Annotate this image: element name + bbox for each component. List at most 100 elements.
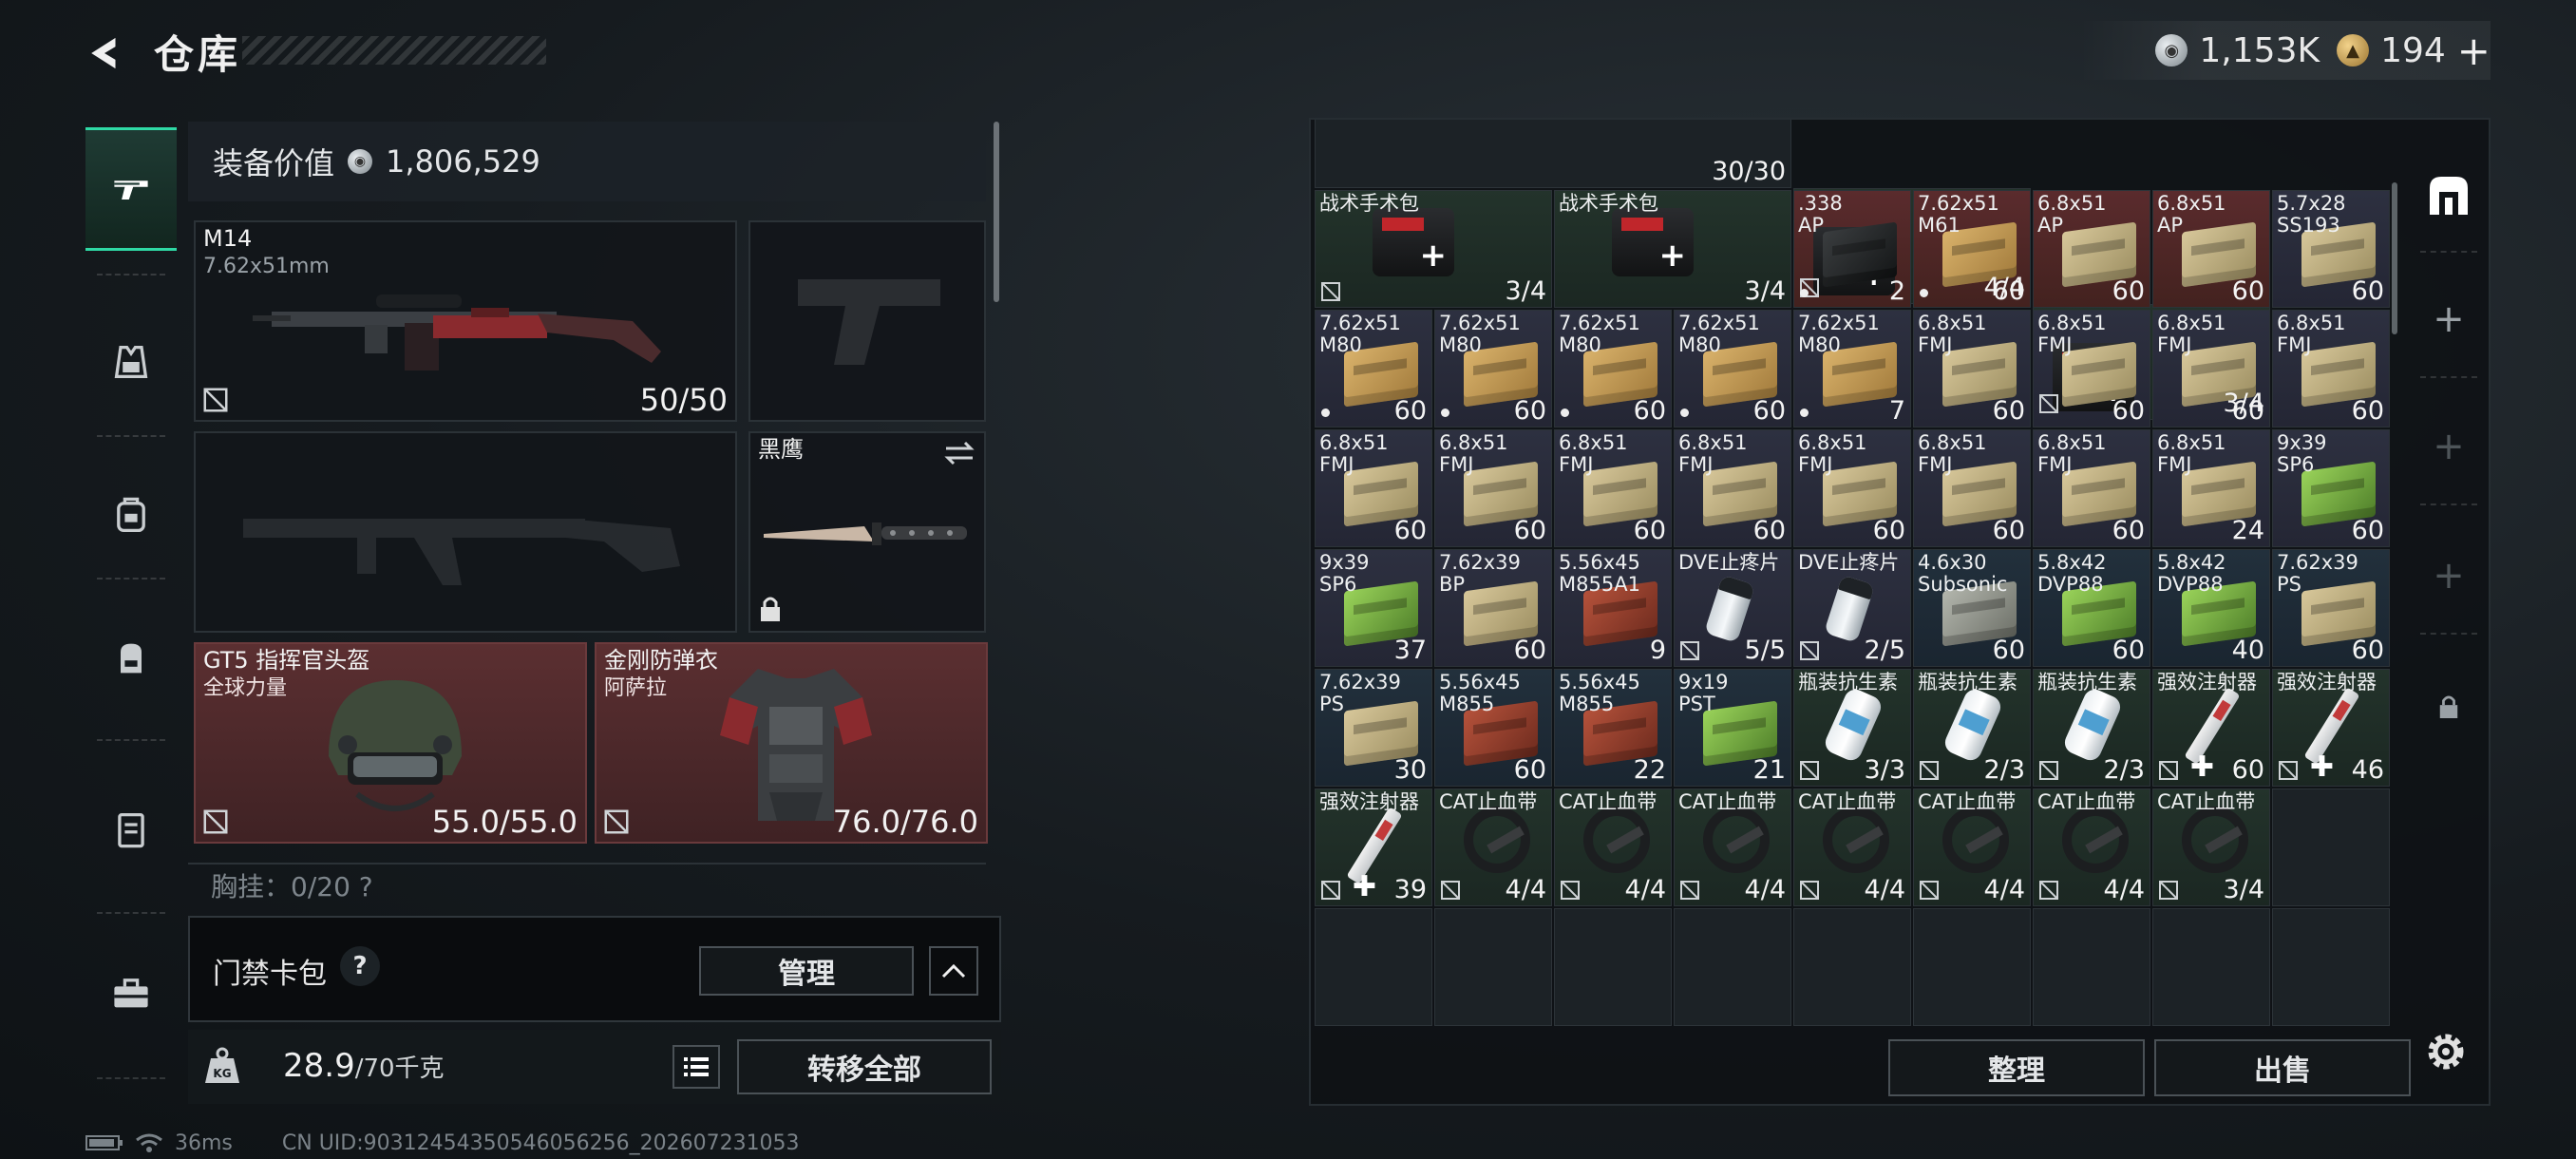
stash-item[interactable]: 6.8x51 FMJ 60 [2152,310,2270,428]
stash-item[interactable]: 5.56x45 M855 60 [1434,669,1552,787]
item-name: 6.8x51 AP [2037,192,2107,238]
stash-item[interactable]: 6.8x51 FMJ 60 [1793,429,1911,547]
rail-item-backpack[interactable] [85,597,177,720]
stash-empty-cell[interactable] [2033,908,2150,1026]
stash-item[interactable]: 9x19 PST 21 [1674,669,1791,787]
stash-item[interactable]: CAT止血带 4/4 [1434,788,1552,906]
stash-item[interactable]: CAT止血带 4/4 [1913,788,2031,906]
stash-item[interactable]: 6.8x51 FMJ 24 [2152,429,2270,547]
stash-item[interactable]: 瓶装抗生素 2/3 [1913,669,2031,787]
stash-item[interactable]: 6.8x51 FMJ 60 [1674,429,1791,547]
stash-item[interactable]: 9x39 SP6 37 [1315,549,1432,667]
stash-item[interactable]: 7.62x51 M80 60 [1674,310,1791,428]
stash-item[interactable]: 5.8x42 DVP88 40 [2152,549,2270,667]
stash-empty-cell[interactable] [2272,788,2390,906]
collapse-button[interactable] [929,946,978,996]
silver-coin-icon: ◉ [348,149,373,174]
stash-item[interactable]: 5.7x28 SS193 60 [2272,190,2390,308]
help-button[interactable]: ? [340,946,380,986]
transfer-all-button[interactable]: 转移全部 [737,1039,992,1094]
add-stash-page-button[interactable]: + [2411,281,2487,357]
secondary-weapon-slot-empty[interactable] [194,431,737,633]
stash-item[interactable]: CAT止血带 4/4 [1674,788,1791,906]
rail-item-rig[interactable] [85,454,177,578]
stash-empty-cell[interactable] [1674,908,1791,1026]
rail-item-toolbox[interactable] [85,931,177,1054]
melee-slot[interactable]: 黑鹰 [748,431,986,633]
stash-item[interactable]: 6.8x51 FMJ 60 [2272,310,2390,428]
stash-item[interactable]: 战术手术包 3/4 [1315,190,1552,308]
stash-empty-cell[interactable] [1913,908,2031,1026]
stash-empty-cell[interactable] [1434,908,1552,1026]
stash-empty-cell[interactable] [2152,908,2270,1026]
back-button[interactable] [78,27,131,80]
stash-item[interactable]: 6.8x51 FMJ 60 [1315,429,1432,547]
rail-item-vest[interactable] [85,300,177,424]
stash-item[interactable]: DVE止疼片 2/5 [1793,549,1911,667]
add-currency-button[interactable]: + [2457,28,2491,74]
antibiotic-icon [1822,685,1885,765]
stash-item[interactable]: 9x39 SP6 60 [2272,429,2390,547]
stash-empty-cell[interactable] [1315,908,1432,1026]
no-insure-icon [1800,641,1819,660]
stash-item[interactable]: 瓶装抗生素 3/3 [1793,669,1911,787]
stash-item[interactable]: 强效注射器 ✚ 60 [2152,669,2270,787]
rail-item-case[interactable] [85,768,177,891]
stash-scrollbar[interactable] [2392,182,2397,334]
sell-button[interactable]: 出售 [2154,1039,2411,1096]
swap-icon[interactable] [942,439,976,467]
list-view-button[interactable] [672,1045,720,1089]
item-count: 3/4 [1505,276,1546,306]
stash-item[interactable]: 6.8x51 FMJ 60 [1434,429,1552,547]
stash-item-partial[interactable]: 30/30 [1315,120,1791,188]
stash-item[interactable]: 6.8x51 AP 60 [2152,190,2270,308]
item-count: 5/5 [1744,636,1786,665]
primary-weapon-slot[interactable]: M14 7.62x51mm 50/50 [194,220,737,422]
stash-item[interactable]: DVE止疼片 5/5 [1674,549,1791,667]
pistol-slot-empty[interactable] [748,220,986,422]
stash-item[interactable]: 5.56x45 M855 22 [1554,669,1672,787]
stash-item[interactable]: CAT止血带 3/4 [2152,788,2270,906]
stash-item[interactable]: 6.8x51 FMJ 60 [1913,310,2031,428]
stash-empty-cell[interactable] [1793,908,1911,1026]
helmet-slot[interactable]: GT5 指挥官头盔 全球力量 55.0/55.0 [194,642,587,844]
chest-rig-row[interactable]: 胸挂：0/20 ? [188,863,986,901]
stash-item[interactable]: 战术手术包 3/4 [1554,190,1791,308]
stash-item[interactable]: 6.8x51 AP 60 [2033,190,2150,308]
add-stash-page-button[interactable]: + [2411,538,2487,614]
stash-item[interactable]: 6.8x51 FMJ 60 [1913,429,2031,547]
stash-item[interactable]: 6.8x51 FMJ 60 [1554,429,1672,547]
stash-item[interactable]: 4.6x30 Subsonic 60 [1913,549,2031,667]
stash-item[interactable]: 7.62x39 PS 30 [1315,669,1432,787]
stash-item[interactable]: 强效注射器 ✚ 46 [2272,669,2390,787]
stash-item[interactable]: CAT止血带 4/4 [2033,788,2150,906]
stash-item[interactable]: 5.56x45 M855A1 9 [1554,549,1672,667]
equipment-scrollbar[interactable] [994,122,999,302]
stash-item[interactable]: 瓶装抗生素 2/3 [2033,669,2150,787]
item-name: 6.8x51 FMJ [1319,431,1389,477]
stash-empty-cell[interactable] [1554,908,1672,1026]
manage-button[interactable]: 管理 [699,946,914,996]
add-stash-page-button[interactable]: + [2411,408,2487,484]
stash-item[interactable]: 5.8x42 DVP88 60 [2033,549,2150,667]
stash-item[interactable]: 7.62x51 M80 60 [1315,310,1432,428]
no-insure-icon [203,809,228,834]
armor-slot[interactable]: 金刚防弹衣 阿萨拉 76.0/76.0 [595,642,988,844]
stash-item[interactable]: 7.62x39 BP 60 [1434,549,1552,667]
stash-item[interactable]: 7.62x51 M80 60 [1434,310,1552,428]
stash-empty-cell[interactable] [2272,908,2390,1026]
stash-item[interactable]: CAT止血带 4/4 [1793,788,1911,906]
stash-grid-viewport: 30/30 4/4 3/4 战术手术包 3/4 战术手术包 3/4 .338 AP 2 7.… [1311,120,2399,1030]
stash-item[interactable]: 7.62x51 M80 7 [1793,310,1911,428]
rail-item-weapons[interactable] [85,127,177,251]
stash-item[interactable]: 6.8x51 FMJ 60 [2033,429,2150,547]
locked-stash-page[interactable] [2411,669,2487,745]
stash-item[interactable]: CAT止血带 4/4 [1554,788,1672,906]
stash-item[interactable]: 7.62x51 M80 60 [1554,310,1672,428]
stash-item[interactable]: 强效注射器 ✚ 39 [1315,788,1432,906]
stash-item[interactable]: 7.62x39 PS 60 [2272,549,2390,667]
stash-item[interactable]: 7.62x51 M61 60 [1913,190,2031,308]
sort-button[interactable]: 整理 [1888,1039,2145,1096]
stash-page-main-button[interactable] [2411,158,2487,234]
settings-button[interactable] [2413,1018,2479,1085]
